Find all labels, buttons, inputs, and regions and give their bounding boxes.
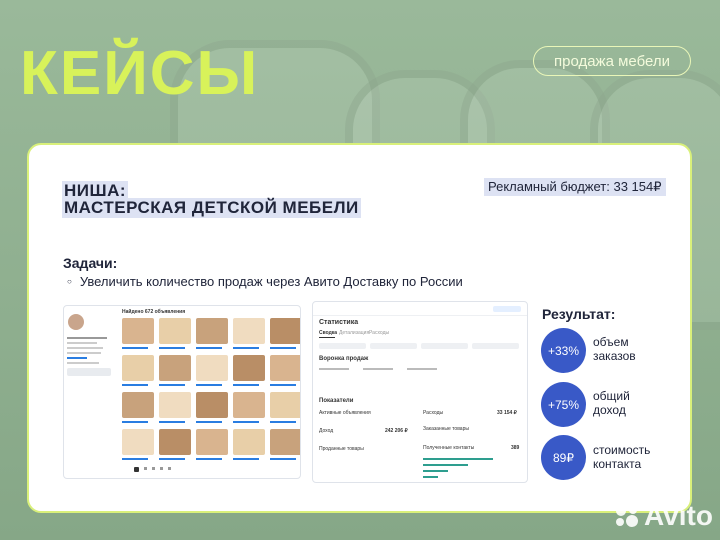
- result-label-contact-cost: стоимость контакта: [593, 443, 650, 471]
- profile-screenshot: Найдено 672 объявления: [63, 305, 301, 479]
- niche-value: МАСТЕРСКАЯ ДЕТСКОЙ МЕБЕЛИ: [62, 198, 361, 218]
- metric-contacts: Полученные контакты: [423, 445, 475, 451]
- listing-thumbnail[interactable]: [270, 318, 300, 344]
- result-badge-contact-cost: 89₽: [541, 435, 586, 480]
- metric-expenses: Расходы: [423, 410, 444, 416]
- task-item: Увеличить количество продаж через Авито …: [67, 274, 463, 289]
- result-label-orders: объем заказов: [593, 335, 636, 363]
- avito-logo-icon: [616, 506, 638, 527]
- listing-thumbnail[interactable]: [233, 392, 265, 418]
- listings-grid: [122, 318, 300, 468]
- listing-caption: [122, 347, 148, 349]
- case-card: НИША: МАСТЕРСКАЯ ДЕТСКОЙ МЕБЕЛИ Рекламны…: [27, 143, 692, 513]
- metric-active-listings: Активные объявления: [319, 410, 371, 416]
- listing-thumbnail[interactable]: [196, 429, 228, 455]
- listing-caption: [233, 421, 259, 423]
- result-label-revenue-line2: доход: [593, 403, 626, 417]
- result-badge-revenue: +75%: [541, 382, 586, 427]
- funnel-metrics: [319, 368, 519, 384]
- stats-top-button[interactable]: [493, 306, 521, 312]
- stats-screenshot: Статистика Сводка Детализация Расходы Во…: [312, 301, 528, 483]
- stats-tab-expenses[interactable]: Расходы: [369, 330, 389, 336]
- result-badge-orders: +33%: [541, 328, 586, 373]
- listing-thumbnail[interactable]: [159, 392, 191, 418]
- avatar: [68, 314, 84, 330]
- stats-title: Статистика: [319, 319, 359, 326]
- listing-thumbnail[interactable]: [196, 318, 228, 344]
- funnel-heading: Воронка продаж: [319, 356, 369, 362]
- profile-sidebar: [67, 334, 115, 394]
- listing-caption: [233, 384, 259, 386]
- result-label-orders-line2: заказов: [593, 349, 636, 363]
- listing-thumbnail[interactable]: [159, 355, 191, 381]
- pagination[interactable]: [134, 467, 204, 473]
- listing-thumbnail[interactable]: [233, 429, 265, 455]
- listing-caption: [270, 384, 296, 386]
- page-title: КЕЙСЫ: [20, 39, 260, 108]
- avito-watermark: Avito: [644, 500, 713, 531]
- listing-thumbnail[interactable]: [270, 392, 300, 418]
- listing-thumbnail[interactable]: [196, 355, 228, 381]
- listing-thumbnail[interactable]: [159, 318, 191, 344]
- metric-expenses-value: 33 154 ₽: [497, 410, 517, 416]
- listing-thumbnail[interactable]: [233, 355, 265, 381]
- listing-caption: [196, 421, 222, 423]
- result-label-revenue-line1: общий: [593, 389, 630, 403]
- listing-thumbnail[interactable]: [122, 318, 154, 344]
- listing-caption: [122, 458, 148, 460]
- listing-caption: [233, 347, 259, 349]
- listing-caption: [196, 384, 222, 386]
- listing-caption: [196, 458, 222, 460]
- filter-row[interactable]: [319, 343, 519, 349]
- budget-label: Рекламный бюджет: 33 154₽: [484, 178, 666, 196]
- listing-thumbnail[interactable]: [159, 429, 191, 455]
- metric-revenue: Доход: [319, 428, 334, 434]
- listing-thumbnail[interactable]: [270, 429, 300, 455]
- contacts-bars: [423, 454, 523, 482]
- listing-thumbnail[interactable]: [122, 392, 154, 418]
- results-heading: Результат:: [542, 306, 616, 322]
- metrics-heading: Показатели: [319, 398, 354, 404]
- listing-caption: [122, 384, 148, 386]
- listing-caption: [270, 421, 296, 423]
- listing-caption: [270, 458, 296, 460]
- listing-caption: [159, 347, 185, 349]
- listing-thumbnail[interactable]: [122, 429, 154, 455]
- listing-thumbnail[interactable]: [122, 355, 154, 381]
- tasks-heading: Задачи:: [63, 255, 118, 271]
- listing-thumbnail[interactable]: [196, 392, 228, 418]
- metric-contacts-value: 389: [511, 445, 520, 451]
- listing-thumbnail[interactable]: [233, 318, 265, 344]
- metric-revenue-value: 242 206 ₽: [385, 428, 408, 434]
- category-tag: продажа мебели: [533, 46, 691, 76]
- listing-caption: [233, 458, 259, 460]
- listing-caption: [159, 384, 185, 386]
- result-label-contact-cost-line2: контакта: [593, 457, 642, 471]
- result-label-orders-line1: объем: [593, 335, 629, 349]
- tab-underline: [319, 337, 335, 338]
- metric-sold: Проданные товары: [319, 446, 364, 452]
- listing-caption: [270, 347, 296, 349]
- listing-thumbnail[interactable]: [270, 355, 300, 381]
- stats-tab-summary[interactable]: Сводка: [319, 330, 337, 336]
- stats-tab-details[interactable]: Детализация: [339, 330, 369, 336]
- metric-ordered: Заказанные товары: [423, 426, 469, 432]
- result-label-revenue: общий доход: [593, 389, 630, 417]
- listing-caption: [122, 421, 148, 423]
- result-label-contact-cost-line1: стоимость: [593, 443, 651, 457]
- listing-caption: [196, 347, 222, 349]
- listings-header: Найдено 672 объявления: [122, 309, 186, 315]
- listing-caption: [159, 458, 185, 460]
- listing-caption: [159, 421, 185, 423]
